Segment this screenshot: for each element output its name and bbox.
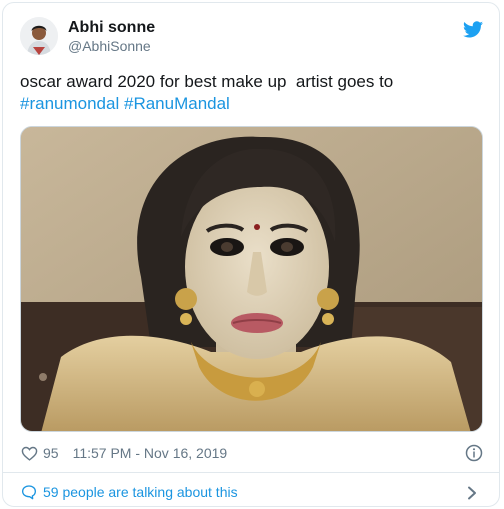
tweet-text: oscar award 2020 for best make up artist…	[20, 71, 490, 115]
avatar[interactable]	[20, 17, 58, 55]
divider	[3, 472, 499, 473]
tweet-meta: 95 11:57 PM - Nov 16, 2019	[21, 444, 227, 462]
hashtag-link[interactable]: #RanuMandal	[124, 94, 230, 113]
like-count[interactable]: 95	[43, 445, 59, 461]
twitter-bird-icon[interactable]	[463, 21, 483, 38]
conversation-label: 59 people are talking about this	[43, 484, 238, 500]
photo-woman-in-makeup	[21, 127, 482, 431]
conversation-link[interactable]: 59 people are talking about this	[21, 484, 238, 500]
info-icon[interactable]	[465, 444, 483, 462]
tweet-text-line: oscar award 2020 for best make up artist…	[20, 72, 394, 91]
avatar-image	[20, 17, 58, 55]
tweet-card[interactable]: Abhi sonne @AbhiSonne oscar award 2020 f…	[2, 2, 500, 507]
author-display-name[interactable]: Abhi sonne	[68, 18, 155, 37]
speech-bubble-icon	[22, 485, 36, 500]
hashtag-link[interactable]: #ranumondal	[20, 94, 119, 113]
tweet-timestamp[interactable]: 11:57 PM - Nov 16, 2019	[73, 445, 228, 461]
author-handle[interactable]: @AbhiSonne	[68, 38, 151, 55]
tweet-photo[interactable]	[20, 126, 483, 432]
chevron-right-icon[interactable]	[466, 486, 478, 500]
tweet-hashtags-line: #ranumondal #RanuMandal	[20, 93, 490, 115]
heart-icon[interactable]	[21, 445, 38, 462]
